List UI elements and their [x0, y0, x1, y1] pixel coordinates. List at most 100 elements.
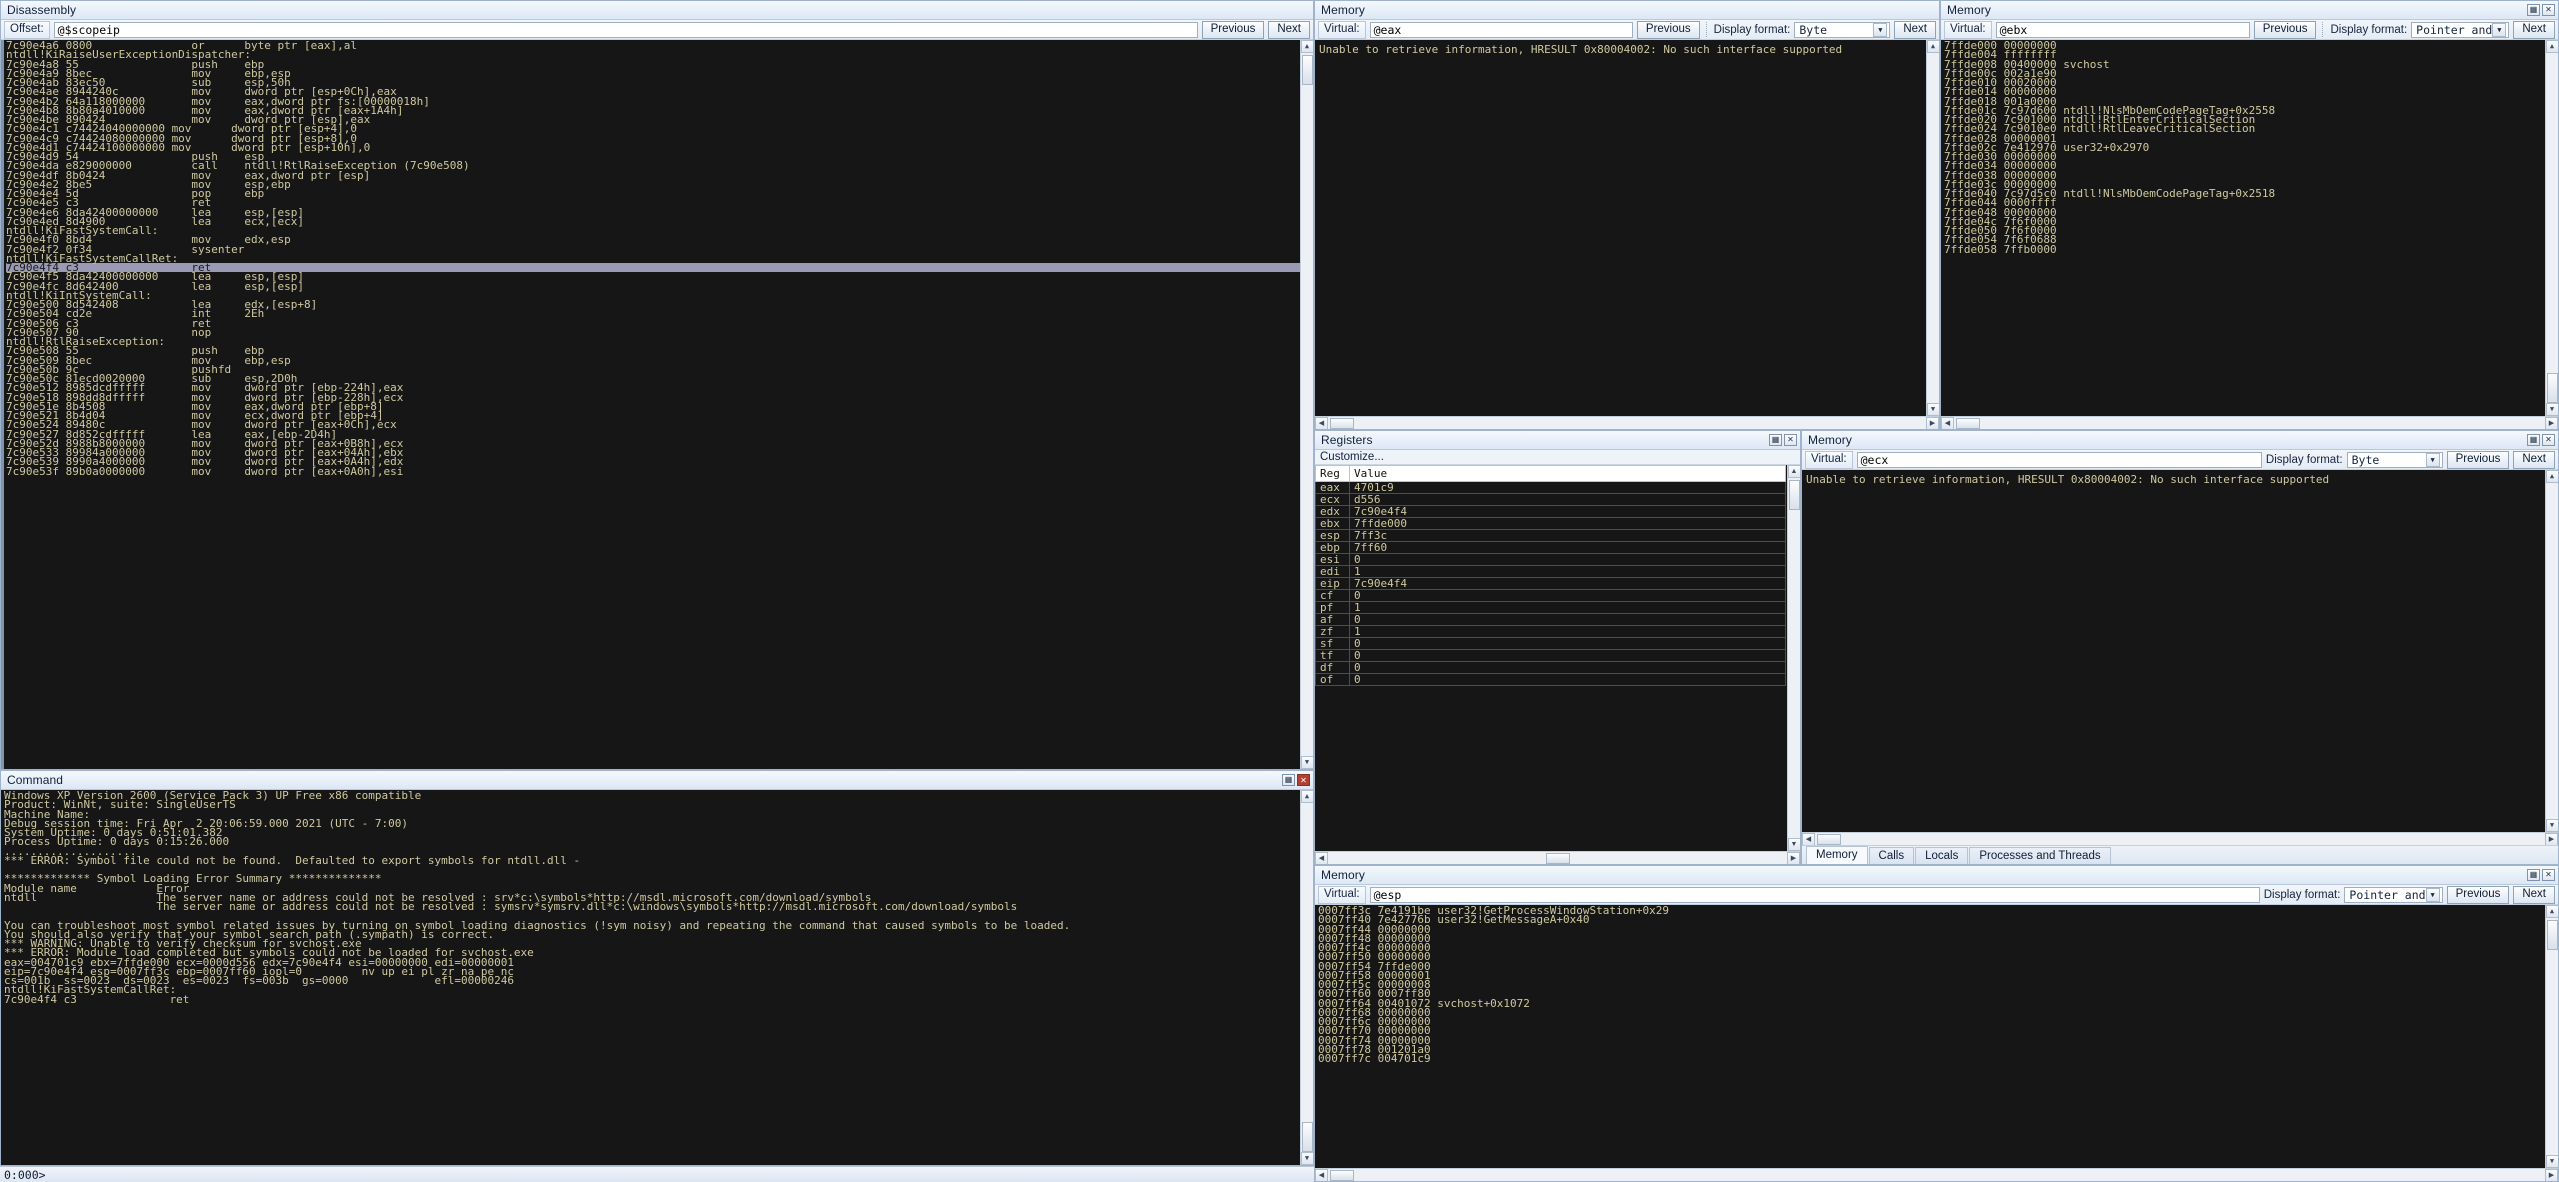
scroll-right-icon[interactable]: ▶	[2545, 1168, 2558, 1181]
register-value[interactable]: 0	[1349, 661, 1786, 674]
register-value[interactable]: 0	[1349, 613, 1786, 626]
memory-eax-vscrollbar[interactable]: ▲ ▼	[1926, 40, 1939, 416]
register-value[interactable]: 7c90e4f4	[1349, 505, 1786, 518]
register-row[interactable]: esi 0	[1315, 553, 1786, 566]
display-format-select[interactable]: Pointer and ▼	[2344, 886, 2443, 903]
close-icon[interactable]: ✕	[1297, 774, 1310, 786]
tab-calls[interactable]: Calls	[1868, 847, 1915, 864]
command-vscrollbar[interactable]: ▲ ▼	[1300, 790, 1313, 1165]
memory-ecx-next-button[interactable]: Next	[2513, 450, 2555, 469]
memory-ebx-hscroll-thumb[interactable]	[1956, 417, 1980, 429]
memory-ecx-hscroll-thumb[interactable]	[1817, 833, 1841, 845]
register-value[interactable]: 0	[1349, 553, 1786, 566]
chevron-down-icon[interactable]: ▼	[1873, 22, 1888, 37]
register-row[interactable]: of 0	[1315, 673, 1786, 686]
tab-processes-and-threads[interactable]: Processes and Threads	[1969, 847, 2111, 864]
scroll-up-icon[interactable]: ▲	[1926, 40, 1939, 53]
scroll-right-icon[interactable]: ▶	[2545, 832, 2558, 846]
register-row[interactable]: ecx d556	[1315, 493, 1786, 506]
close-icon[interactable]: ✕	[2542, 869, 2555, 881]
tab-locals[interactable]: Locals	[1915, 847, 1969, 864]
command-vscroll-thumb[interactable]	[1301, 1122, 1313, 1152]
registers-hscrollbar[interactable]: ◀ ▶	[1315, 851, 1800, 864]
memory-ebx-vscroll-thumb[interactable]	[2546, 373, 2558, 403]
chevron-down-icon[interactable]: ▼	[2492, 22, 2507, 37]
disassembly-next-button[interactable]: Next	[1268, 20, 1310, 39]
memory-esp-vscrollbar[interactable]: ▲ ▼	[2545, 905, 2558, 1168]
register-row[interactable]: edi 1	[1315, 565, 1786, 578]
memory-ebx-hscrollbar[interactable]: ◀ ▶	[1941, 416, 2558, 429]
scroll-down-icon[interactable]: ▼	[1787, 838, 1800, 851]
memory-esp-hscroll-thumb[interactable]	[1330, 1169, 1354, 1181]
memory-ecx-previous-button[interactable]: Previous	[2446, 450, 2510, 469]
close-icon[interactable]: ✕	[2542, 4, 2555, 16]
display-format-select[interactable]: Pointer and ▼	[2411, 21, 2510, 38]
registers-hscroll-thumb[interactable]	[1545, 852, 1570, 864]
register-row[interactable]: tf 0	[1315, 649, 1786, 662]
register-row[interactable]: ebp 7ff60	[1315, 541, 1786, 554]
scroll-up-icon[interactable]: ▲	[1300, 40, 1313, 53]
tab-memory[interactable]: Memory	[1806, 846, 1868, 864]
scroll-down-icon[interactable]: ▼	[2545, 1155, 2558, 1168]
scroll-up-icon[interactable]: ▲	[2545, 40, 2558, 53]
scroll-up-icon[interactable]: ▲	[1300, 790, 1313, 803]
scroll-right-icon[interactable]: ▶	[2545, 416, 2558, 429]
memory-esp-previous-button[interactable]: Previous	[2446, 885, 2510, 904]
scroll-up-icon[interactable]: ▲	[2545, 470, 2558, 483]
register-value[interactable]: 1	[1349, 601, 1786, 614]
memory-esp-hscrollbar[interactable]: ◀ ▶	[1315, 1168, 2558, 1181]
register-value[interactable]: 7c90e4f4	[1349, 577, 1786, 590]
dock-icon[interactable]: ▦	[2527, 434, 2540, 446]
register-row[interactable]: ebx 7ffde000	[1315, 517, 1786, 530]
scroll-down-icon[interactable]: ▼	[1926, 403, 1939, 416]
virtual-input[interactable]: @esp	[1369, 886, 2260, 903]
register-value[interactable]: 0	[1349, 673, 1786, 686]
scroll-up-icon[interactable]: ▲	[2545, 905, 2558, 918]
register-row[interactable]: df 0	[1315, 661, 1786, 674]
register-row[interactable]: eip 7c90e4f4	[1315, 577, 1786, 590]
disassembly-code[interactable]: 7c90e4a6 0800 or byte ptr [eax],al ntdll!…	[1, 40, 1313, 769]
scroll-left-icon[interactable]: ◀	[1315, 416, 1328, 429]
memory-ebx-next-button[interactable]: Next	[2513, 20, 2555, 39]
chevron-down-icon[interactable]: ▼	[2425, 887, 2440, 902]
registers-vscrollbar[interactable]: ▲ ▼	[1787, 465, 1800, 851]
bottom-tabbar[interactable]: Memory Calls Locals Processes and Threads	[1802, 845, 2558, 864]
register-value[interactable]: 1	[1349, 625, 1786, 638]
memory-esp-vscroll-thumb[interactable]	[2546, 920, 2558, 950]
offset-input[interactable]: @$scopeip	[53, 21, 1198, 38]
register-value[interactable]: 0	[1349, 589, 1786, 602]
register-row[interactable]: sf 0	[1315, 637, 1786, 650]
memory-eax-next-button[interactable]: Next	[1894, 20, 1936, 39]
scroll-left-icon[interactable]: ◀	[1315, 1168, 1328, 1181]
registers-vscroll-thumb[interactable]	[1788, 480, 1800, 510]
register-value[interactable]: 0	[1349, 637, 1786, 650]
register-value[interactable]: 7ffde000	[1349, 517, 1786, 530]
memory-eax-hscroll-thumb[interactable]	[1330, 417, 1354, 429]
dock-icon[interactable]: ▦	[2527, 4, 2540, 16]
display-format-select[interactable]: Byte ▼	[1794, 21, 1891, 38]
register-row[interactable]: zf 1	[1315, 625, 1786, 638]
scroll-down-icon[interactable]: ▼	[1300, 1152, 1313, 1165]
disassembly-vscrollbar[interactable]: ▲ ▼	[1300, 40, 1313, 769]
scroll-down-icon[interactable]: ▼	[2545, 403, 2558, 416]
memory-esp-content[interactable]: 0007ff3c 7e4191be user32!GetProcessWindo…	[1315, 905, 2558, 1168]
chevron-down-icon[interactable]: ▼	[2425, 452, 2440, 467]
register-row[interactable]: edx 7c90e4f4	[1315, 505, 1786, 518]
disassembly-vscroll-thumb[interactable]	[1301, 55, 1313, 85]
virtual-input[interactable]: @eax	[1369, 21, 1633, 38]
scroll-down-icon[interactable]: ▼	[2545, 819, 2558, 832]
register-value[interactable]: 0	[1349, 649, 1786, 662]
register-row[interactable]: pf 1	[1315, 601, 1786, 614]
scroll-right-icon[interactable]: ▶	[1926, 416, 1939, 429]
register-row[interactable]: af 0	[1315, 613, 1786, 626]
memory-ebx-previous-button[interactable]: Previous	[2253, 20, 2317, 39]
command-output[interactable]: Windows XP Version 2600 (Service Pack 3)…	[1, 790, 1313, 1165]
dock-icon[interactable]: ▦	[2527, 869, 2540, 881]
memory-ecx-hscrollbar[interactable]: ◀ ▶	[1802, 832, 2558, 846]
scroll-down-icon[interactable]: ▼	[1300, 756, 1313, 769]
register-value[interactable]: 4701c9	[1349, 481, 1786, 494]
memory-esp-next-button[interactable]: Next	[2513, 885, 2555, 904]
scroll-left-icon[interactable]: ◀	[1802, 832, 1815, 846]
scroll-left-icon[interactable]: ◀	[1941, 416, 1954, 429]
scroll-up-icon[interactable]: ▲	[1787, 465, 1800, 478]
